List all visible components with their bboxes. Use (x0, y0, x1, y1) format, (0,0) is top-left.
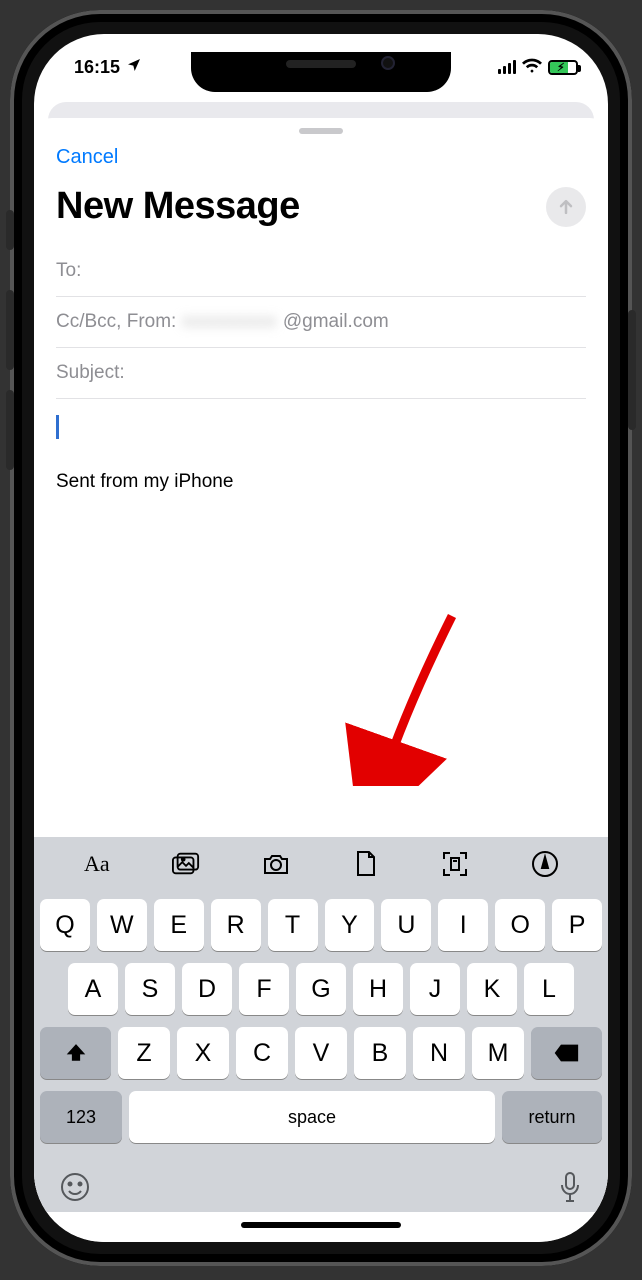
key-s[interactable]: S (125, 963, 175, 1015)
markup-icon (532, 851, 558, 877)
arrow-up-icon (556, 197, 576, 217)
key-u[interactable]: U (381, 899, 431, 951)
keyboard-bottom-bar (34, 1165, 608, 1212)
camera-button[interactable] (262, 850, 290, 878)
key-b[interactable]: B (354, 1027, 406, 1079)
keyboard-toolbar: Aa (34, 837, 608, 891)
numeric-key[interactable]: 123 (40, 1091, 122, 1143)
phone-frame: 16:15 ⚡︎ Cancel (10, 10, 632, 1266)
backspace-key[interactable] (531, 1027, 602, 1079)
keyboard-row-3: ZXCVBNM (40, 1027, 602, 1079)
key-h[interactable]: H (353, 963, 403, 1015)
key-y[interactable]: Y (325, 899, 375, 951)
cc-bcc-from-field[interactable]: Cc/Bcc, From: xxxxxxxxx @gmail.com (56, 297, 586, 348)
shift-key[interactable] (40, 1027, 111, 1079)
keyboard: QWERTYUIOP ASDFGHJKL ZXCVBNM 123 spac (34, 891, 608, 1165)
home-indicator[interactable] (241, 1222, 401, 1228)
attach-document-button[interactable] (352, 850, 380, 878)
cancel-button[interactable]: Cancel (56, 146, 118, 169)
volume-down-button (6, 390, 14, 470)
dictation-button[interactable] (558, 1171, 582, 1208)
key-o[interactable]: O (495, 899, 545, 951)
to-label: To: (56, 260, 81, 281)
key-e[interactable]: E (154, 899, 204, 951)
text-cursor (56, 415, 59, 439)
shift-icon (65, 1042, 87, 1064)
from-domain: @gmail.com (283, 311, 389, 333)
power-button (628, 310, 636, 430)
subject-label: Subject: (56, 362, 125, 383)
document-icon (355, 851, 377, 877)
key-c[interactable]: C (236, 1027, 288, 1079)
key-r[interactable]: R (211, 899, 261, 951)
key-j[interactable]: J (410, 963, 460, 1015)
key-z[interactable]: Z (118, 1027, 170, 1079)
return-key[interactable]: return (502, 1091, 602, 1143)
volume-up-button (6, 290, 14, 370)
photos-icon (172, 852, 200, 876)
key-x[interactable]: X (177, 1027, 229, 1079)
key-w[interactable]: W (97, 899, 147, 951)
key-n[interactable]: N (413, 1027, 465, 1079)
scan-document-button[interactable] (441, 850, 469, 878)
mute-switch (6, 210, 14, 250)
keyboard-area: Aa (34, 837, 608, 1242)
text-format-icon: Aa (84, 851, 110, 877)
from-email-masked: xxxxxxxxx (182, 311, 277, 333)
location-services-icon (126, 57, 142, 78)
key-q[interactable]: Q (40, 899, 90, 951)
key-p[interactable]: P (552, 899, 602, 951)
key-v[interactable]: V (295, 1027, 347, 1079)
message-body[interactable]: Sent from my iPhone (34, 399, 608, 509)
key-k[interactable]: K (467, 963, 517, 1015)
key-m[interactable]: M (472, 1027, 524, 1079)
to-field[interactable]: To: (56, 246, 586, 297)
send-button[interactable] (546, 187, 586, 227)
photos-button[interactable] (172, 850, 200, 878)
key-a[interactable]: A (68, 963, 118, 1015)
subject-field[interactable]: Subject: (56, 348, 586, 399)
key-t[interactable]: T (268, 899, 318, 951)
keyboard-row-2: ASDFGHJKL (40, 963, 602, 1015)
space-key[interactable]: space (129, 1091, 495, 1143)
key-i[interactable]: I (438, 899, 488, 951)
keyboard-row-1: QWERTYUIOP (40, 899, 602, 951)
keyboard-row-4: 123 space return (40, 1091, 602, 1143)
emoji-icon (60, 1172, 90, 1202)
key-l[interactable]: L (524, 963, 574, 1015)
notch (191, 52, 451, 92)
backspace-icon (554, 1043, 580, 1063)
status-time: 16:15 (74, 57, 120, 78)
microphone-icon (558, 1171, 582, 1203)
battery-icon: ⚡︎ (548, 60, 578, 75)
page-title: New Message (56, 185, 300, 228)
key-g[interactable]: G (296, 963, 346, 1015)
emoji-button[interactable] (60, 1172, 90, 1207)
wifi-icon (522, 57, 542, 78)
markup-button[interactable] (531, 850, 559, 878)
camera-icon (262, 852, 290, 876)
screen: 16:15 ⚡︎ Cancel (34, 34, 608, 1242)
key-d[interactable]: D (182, 963, 232, 1015)
scan-icon (442, 851, 468, 877)
cc-label: Cc/Bcc, From: (56, 311, 176, 333)
signature-text: Sent from my iPhone (56, 471, 586, 493)
key-f[interactable]: F (239, 963, 289, 1015)
speaker-grille (286, 60, 356, 68)
front-camera (381, 56, 395, 70)
text-format-button[interactable]: Aa (83, 850, 111, 878)
cellular-signal-icon (498, 60, 516, 74)
